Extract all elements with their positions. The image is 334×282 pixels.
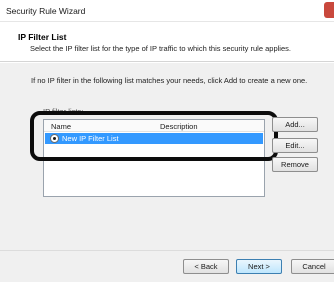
close-icon[interactable] — [324, 2, 334, 18]
wizard-header: IP Filter List Select the IP filter list… — [0, 22, 334, 62]
add-button[interactable]: Add... — [272, 117, 318, 132]
cancel-button[interactable]: Cancel — [291, 259, 334, 274]
back-button[interactable]: < Back — [183, 259, 229, 274]
window-titlebar: Security Rule Wizard — [0, 0, 334, 22]
page-title: IP Filter List — [18, 32, 67, 42]
window-title: Security Rule Wizard — [6, 6, 86, 16]
instruction-text: If no IP filter in the following list ma… — [31, 76, 308, 85]
next-button[interactable]: Next > — [236, 259, 282, 274]
page-subtitle: Select the IP filter list for the type o… — [30, 44, 291, 53]
edit-button[interactable]: Edit... — [272, 138, 318, 153]
highlight-outline — [30, 111, 278, 161]
remove-button[interactable]: Remove — [272, 157, 318, 172]
wizard-content: If no IP filter in the following list ma… — [0, 63, 334, 250]
wizard-footer — [0, 250, 334, 282]
